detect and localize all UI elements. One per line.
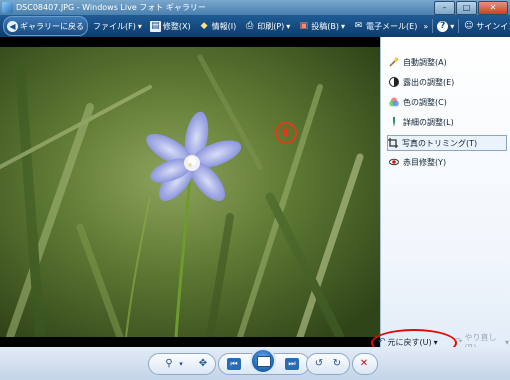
exposure-icon <box>389 77 399 87</box>
fix-panel: 自動調整(A) 露出の調整(E) 色の調整(C) 詳細の調整(L) 写真のトリミ… <box>371 37 510 357</box>
help-menu-button[interactable]: ? ▾ <box>434 17 457 35</box>
info-button[interactable]: ◆ 情報(I) <box>196 17 240 35</box>
color-icon <box>389 97 399 107</box>
back-to-gallery-button[interactable]: ◀ ギャラリーに戻る <box>3 16 88 36</box>
maximize-button[interactable]: □ <box>456 1 477 15</box>
main-toolbar: ◀ ギャラリーに戻る ファイル(F) ▾ ▤ 修整(X) ◆ 情報(I) ⎙ 印… <box>0 15 510 37</box>
color-adjust-item[interactable]: 色の調整(C) <box>389 95 507 109</box>
crop-icon <box>388 138 398 148</box>
redo-icon: ↷ <box>455 337 463 347</box>
chevron-down-icon: ▾ <box>433 337 438 347</box>
rotate-group: ↺ ↻ <box>306 353 350 375</box>
email-label: 電子メール(E) <box>366 21 418 31</box>
slideshow-icon <box>257 356 271 367</box>
info-label: 情報(I) <box>211 21 237 31</box>
zoom-group: ⚲ ▾ ✥ <box>148 353 216 375</box>
file-menu-button[interactable]: ファイル(F) ▾ <box>90 17 145 35</box>
auto-adjust-label: 自動調整(A) <box>403 57 447 67</box>
rotate-left-icon[interactable]: ↺ <box>311 356 327 372</box>
exposure-adjust-label: 露出の調整(E) <box>403 77 455 87</box>
actual-size-icon[interactable]: ✥ <box>195 356 211 372</box>
delete-icon[interactable]: ✕ <box>356 356 372 372</box>
title-bar: DSC08407.JPG - Windows Live フォト ギャラリー – … <box>0 0 510 15</box>
chevron-down-icon: ▾ <box>450 21 455 31</box>
red-eye-label: 赤目修整(Y) <box>403 157 447 167</box>
back-arrow-icon: ◀ <box>7 20 18 32</box>
chevron-down-icon: ▾ <box>504 337 509 347</box>
exposure-adjust-item[interactable]: 露出の調整(E) <box>389 75 507 89</box>
delete-group: ✕ <box>352 353 378 375</box>
chevron-down-icon[interactable]: ▾ <box>173 356 189 372</box>
printer-icon: ⎙ <box>246 20 254 31</box>
chevron-down-icon: ▾ <box>286 21 291 31</box>
next-icon[interactable]: ⏭ <box>285 358 299 370</box>
detail-adjust-label: 詳細の調整(L) <box>403 117 454 127</box>
file-menu-label: ファイル(F) <box>93 21 136 31</box>
back-to-gallery-label: ギャラリーに戻る <box>20 21 84 31</box>
minimize-button[interactable]: – <box>434 1 455 15</box>
chevron-down-icon: ▾ <box>137 21 142 31</box>
undo-label: 元に戻す(U) <box>387 337 432 347</box>
slideshow-button[interactable] <box>250 348 276 374</box>
fix-label: 修整(X) <box>162 21 191 31</box>
print-menu-button[interactable]: ⎙ 印刷(P) ▾ <box>241 17 293 35</box>
auto-adjust-item[interactable]: 自動調整(A) <box>389 55 507 69</box>
tag-icon: ◆ <box>200 20 208 31</box>
fix-icon: ▤ <box>149 20 161 32</box>
window-title: DSC08407.JPG - Windows Live フォト ギャラリー <box>16 3 206 12</box>
email-button[interactable]: ✉ 電子メール(E) <box>350 17 420 35</box>
sign-in-label: サインイン <box>476 21 510 31</box>
undo-icon: ↶ <box>378 337 386 347</box>
window-controls: – □ ✕ <box>434 1 508 15</box>
toolbar-divider <box>458 19 460 33</box>
sign-in-button[interactable]: ☺ サインイン <box>460 17 510 35</box>
user-icon: ☺ <box>464 20 474 31</box>
help-icon: ? <box>437 20 449 32</box>
more-commands-button[interactable]: » <box>420 17 431 35</box>
auto-adjust-icon <box>389 57 399 67</box>
crop-photo-item[interactable]: 写真のトリミング(T) <box>387 135 507 151</box>
red-eye-item[interactable]: 赤目修整(Y) <box>389 155 507 169</box>
email-icon: ✉ <box>354 20 363 31</box>
more-commands-label: » <box>423 21 429 31</box>
photo-gallery-app-icon <box>2 2 13 13</box>
color-adjust-label: 色の調整(C) <box>403 97 447 107</box>
flower-photo <box>0 47 380 337</box>
photo-viewer: ⑤ <box>0 37 380 347</box>
detail-icon <box>393 117 395 127</box>
print-label: 印刷(P) <box>257 21 285 31</box>
publish-icon: ▣ <box>299 20 309 31</box>
toolbar-right-group: » ? ▾ ☺ サインイン <box>420 17 510 35</box>
detail-adjust-item[interactable]: 詳細の調整(L) <box>389 115 507 129</box>
close-button[interactable]: ✕ <box>478 1 508 15</box>
chevron-down-icon: ▾ <box>341 21 346 31</box>
toolbar-divider <box>432 19 434 33</box>
publish-menu-button[interactable]: ▣ 投稿(B) ▾ <box>295 17 348 35</box>
fix-button[interactable]: ▤ 修整(X) <box>147 17 194 35</box>
publish-label: 投稿(B) <box>311 21 340 31</box>
crop-photo-label: 写真のトリミング(T) <box>402 138 478 148</box>
previous-icon[interactable]: ⏮ <box>227 358 241 370</box>
red-eye-icon <box>389 158 399 166</box>
step-number-marker: ⑤ <box>275 122 297 144</box>
rotate-right-icon[interactable]: ↻ <box>329 356 345 372</box>
